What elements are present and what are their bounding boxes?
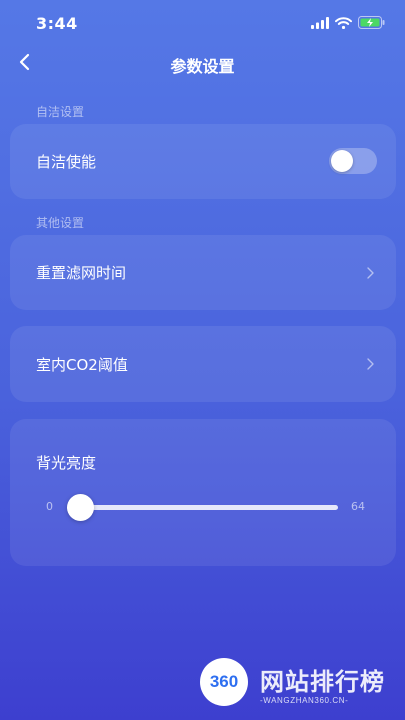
section-label-self-clean: 自洁设置 xyxy=(36,105,85,119)
slider-min-label: 0 xyxy=(46,500,53,513)
chevron-right-icon xyxy=(364,267,376,279)
slider-max-label: 64 xyxy=(351,500,365,513)
co2-threshold-label: 室内CO2阈值 xyxy=(36,356,128,374)
self-clean-enable-label: 自洁使能 xyxy=(36,153,97,171)
watermark-logo: 360 xyxy=(200,658,248,706)
watermark-subtext: -WANGZHAN360.CN- xyxy=(260,696,349,705)
battery-charging-icon xyxy=(358,14,385,33)
status-bar: 3:44 xyxy=(0,0,405,46)
co2-threshold-row[interactable]: 室内CO2阈值 xyxy=(10,326,396,402)
chevron-right-icon xyxy=(364,358,376,370)
filter-reset-row[interactable]: 重置滤网时间 xyxy=(10,235,396,310)
self-clean-card: 自洁使能 xyxy=(10,124,396,199)
status-icons xyxy=(311,15,385,31)
backlight-slider-thumb[interactable] xyxy=(67,494,94,521)
filter-reset-label: 重置滤网时间 xyxy=(36,264,127,282)
toggle-knob xyxy=(331,150,353,172)
signal-icon xyxy=(311,14,329,33)
nav-bar: 参数设置 xyxy=(0,46,405,82)
section-label-other: 其他设置 xyxy=(36,216,85,230)
backlight-slider-track[interactable] xyxy=(67,494,338,521)
page-title: 参数设置 xyxy=(170,57,235,76)
status-time: 3:44 xyxy=(36,14,78,33)
watermark: 360 网站排行榜 -WANGZHAN360.CN- xyxy=(196,652,401,716)
self-clean-toggle[interactable] xyxy=(329,148,377,174)
backlight-card: 背光亮度 0 64 xyxy=(10,419,396,566)
backlight-label: 背光亮度 xyxy=(36,454,97,472)
wifi-icon xyxy=(335,14,352,33)
watermark-text: 网站排行榜 xyxy=(260,668,385,696)
